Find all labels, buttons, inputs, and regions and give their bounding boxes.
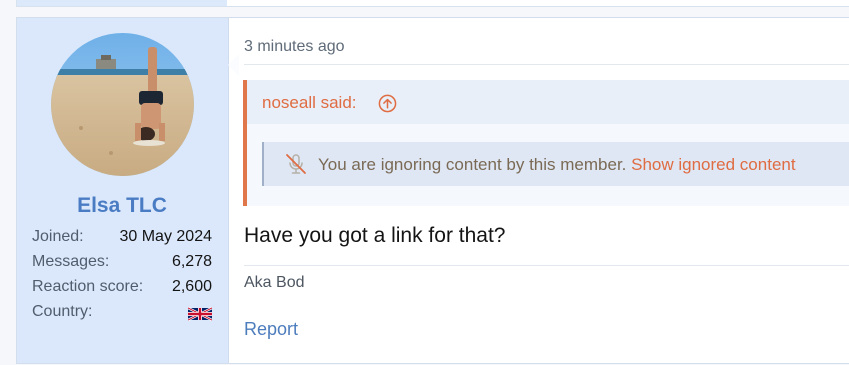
stat-value[interactable]: 6,278: [172, 253, 212, 278]
quote-header: noseall said:: [247, 80, 849, 124]
post-user-panel: Elsa TLC Joined: 30 May 2024 Messages: 6…: [17, 18, 239, 363]
report-link[interactable]: Report: [244, 319, 298, 340]
date-divider: [244, 64, 849, 65]
user-signature: Aka Bod: [244, 274, 305, 291]
stat-label: Messages:: [32, 253, 110, 270]
stat-joined: Joined: 30 May 2024: [32, 228, 212, 253]
user-stats: Joined: 30 May 2024 Messages: 6,278 Reac…: [32, 228, 212, 328]
post-message: Have you got a link for that?: [244, 224, 506, 247]
post-main: 3 minutes ago noseall said: You are igno…: [229, 18, 849, 363]
signature-divider: [244, 265, 849, 266]
stat-reaction-score: Reaction score: 2,600: [32, 278, 212, 303]
stat-label: Joined:: [32, 228, 84, 245]
ignored-content-notice: You are ignoring content by this member.…: [262, 142, 849, 186]
previous-post-user-cell: [17, 0, 227, 6]
uk-flag-icon: [188, 306, 212, 322]
stat-value: 2,600: [171, 278, 212, 295]
forum-post: Elsa TLC Joined: 30 May 2024 Messages: 6…: [16, 17, 849, 364]
stat-messages: Messages: 6,278: [32, 253, 212, 278]
ignored-message: You are ignoring content by this member.: [318, 155, 627, 174]
user-avatar[interactable]: [51, 33, 194, 176]
avatar-beach-photo: [51, 33, 194, 176]
stat-label: Country:: [32, 303, 93, 320]
username[interactable]: Elsa TLC: [17, 194, 227, 218]
show-ignored-content-link[interactable]: Show ignored content: [631, 155, 795, 174]
stat-country: Country:: [32, 303, 212, 328]
stat-label: Reaction score:: [32, 278, 144, 295]
quote-author[interactable]: noseall said:: [262, 93, 357, 113]
go-to-quote-arrow-up-icon[interactable]: [378, 94, 397, 113]
quote-block: noseall said: You are ignoring content b…: [243, 80, 849, 206]
mute-microphone-icon: [286, 154, 306, 174]
ignored-content-text: You are ignoring content by this member.…: [318, 155, 796, 175]
stat-value: 30 May 2024: [119, 228, 212, 245]
previous-post-bottom: [16, 0, 849, 7]
post-date[interactable]: 3 minutes ago: [244, 38, 345, 56]
